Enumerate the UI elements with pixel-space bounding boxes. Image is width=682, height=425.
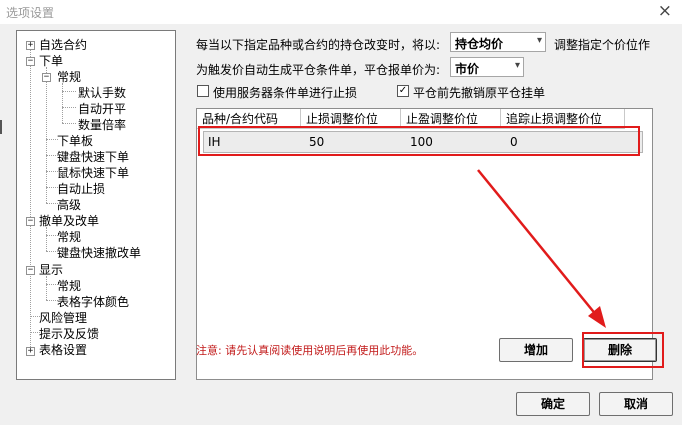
usage-warning-note: 注意: 请先认真阅读使用说明后再使用此功能。 (196, 344, 424, 357)
add-button[interactable]: 增加 (499, 338, 573, 362)
ok-button[interactable]: 确定 (516, 392, 590, 416)
delete-highlight-box (582, 332, 664, 368)
arrow-line (477, 169, 598, 317)
cancel-button[interactable]: 取消 (599, 392, 673, 416)
annotation-arrow (477, 169, 606, 328)
